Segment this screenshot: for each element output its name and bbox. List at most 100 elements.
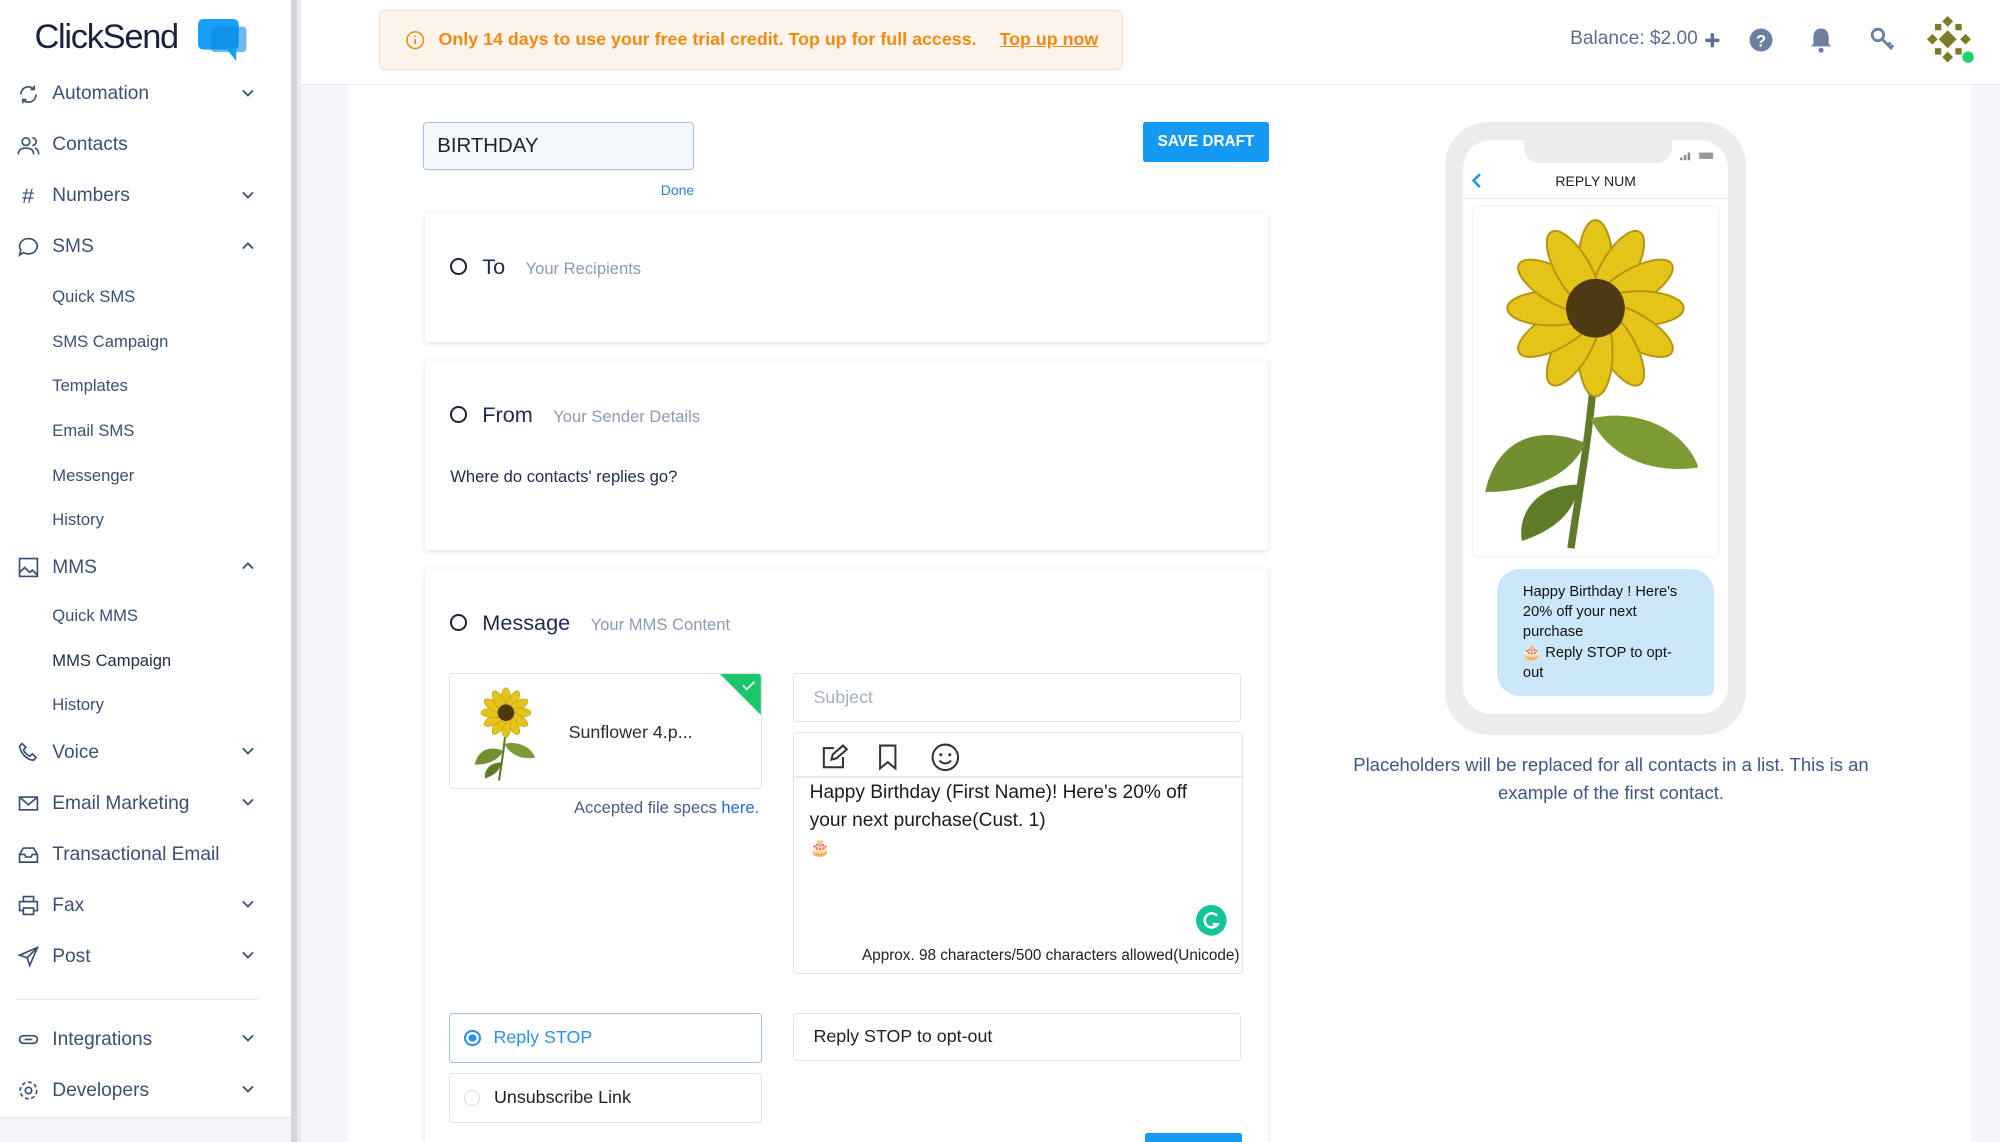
optout-text-input[interactable]: Reply STOP to opt-out [793, 1012, 1242, 1062]
file-name: Sunflower 4.p... [568, 721, 693, 742]
sidebar-scrollbar[interactable] [290, 0, 302, 1142]
file-specs-text: Accepted file specs [573, 798, 722, 818]
sidebar-item-sms[interactable]: SMS [15, 230, 264, 266]
inbox-icon [15, 842, 41, 868]
sidebar-sub-mms-history[interactable]: History [52, 695, 104, 715]
avatar[interactable] [1926, 15, 1977, 66]
preview-image [1473, 207, 1718, 556]
chevron-up-icon [239, 557, 257, 575]
sidebar-sub-email-sms[interactable]: Email SMS [52, 421, 134, 441]
gear-icon [15, 1078, 41, 1104]
sidebar-item-voice[interactable]: Voice [15, 735, 264, 771]
sidebar-item-contacts[interactable]: Contacts [15, 128, 264, 164]
next-button[interactable] [1145, 1132, 1243, 1142]
sunflower-image [1473, 207, 1718, 556]
optout-label: Unsubscribe Link [494, 1087, 631, 1108]
section-title: To [482, 253, 506, 279]
file-specs-link[interactable]: here. [721, 798, 759, 817]
sidebar-label: Contacts [52, 134, 128, 156]
printer-icon [15, 893, 41, 919]
top-up-link[interactable]: Top up now [1000, 29, 1099, 50]
sidebar-label: Post [52, 945, 91, 967]
clicksend-logo[interactable]: ClickSend [34, 17, 180, 57]
sidebar-item-automation[interactable]: Automation [15, 77, 264, 113]
chevron-down-icon [239, 84, 257, 102]
chevron-down-icon [239, 793, 257, 811]
edit-icon[interactable] [820, 743, 848, 771]
save-draft-button[interactable]: SAVE DRAFT [1142, 122, 1270, 162]
to-section[interactable]: To Your Recipients [424, 213, 1268, 342]
attached-file-card[interactable]: Sunflower 4.p... [448, 673, 763, 789]
section-subtitle: Your MMS Content [590, 614, 731, 634]
svg-text:?: ? [1756, 31, 1766, 50]
sidebar-label: Transactional Email [52, 843, 220, 865]
sidebar-sub-quick-sms[interactable]: Quick SMS [52, 287, 135, 307]
optout-option-reply-stop[interactable]: Reply STOP [448, 1012, 763, 1064]
logo-text-send: Send [102, 17, 180, 56]
image-icon [15, 555, 41, 581]
sidebar-label: Numbers [52, 185, 130, 207]
balance-label: Balance: $2.00 [1570, 28, 1698, 50]
sidebar-item-numbers[interactable]: # Numbers [15, 179, 264, 215]
bell-icon[interactable] [1807, 26, 1835, 54]
sidebar-sub-templates[interactable]: Templates [52, 376, 128, 396]
campaign-name-input[interactable]: BIRTHDAY [423, 122, 694, 170]
users-icon [15, 133, 41, 159]
sidebar-sub-sms-history[interactable]: History [52, 510, 104, 530]
trial-banner: Only 14 days to use your free trial cred… [378, 10, 1124, 70]
section-subtitle: Your Recipients [525, 258, 642, 278]
sidebar-footer [0, 1117, 291, 1142]
radio-unselected-icon [463, 1089, 480, 1106]
phone-preview: REPLY NUM Happy Birthday ! Here's 20% of… [1445, 122, 1747, 735]
chevron-down-icon [239, 946, 257, 964]
sidebar-sub-quick-mms[interactable]: Quick MMS [52, 606, 138, 626]
optout-option-unsubscribe-link[interactable]: Unsubscribe Link [448, 1072, 763, 1124]
sidebar-sub-sms-campaign[interactable]: SMS Campaign [52, 332, 168, 352]
sidebar-label: Email Marketing [52, 792, 190, 814]
sidebar-item-post[interactable]: Post [15, 939, 264, 975]
sidebar-item-developers[interactable]: Developers [15, 1073, 264, 1109]
hash-icon: # [22, 183, 35, 209]
optout-label: Reply STOP [493, 1027, 593, 1048]
sidebar: ClickSend Automation Contacts # Numbers S… [0, 0, 291, 1142]
signal-battery-icon [1679, 153, 1713, 161]
info-icon [406, 30, 425, 49]
sidebar-item-fax[interactable]: Fax [15, 888, 264, 924]
cake-emoji: 🎂 [809, 837, 831, 857]
logo-text-click: Click [34, 17, 103, 56]
sidebar-sub-messenger[interactable]: Messenger [52, 466, 134, 486]
message-body-editor[interactable]: Happy Birthday (First Name)! Here's 20% … [793, 732, 1244, 974]
preview-caption: Placeholders will be replaced for all co… [1353, 754, 1869, 804]
plus-icon[interactable] [1704, 32, 1721, 49]
app: ClickSend Automation Contacts # Numbers S… [0, 0, 2000, 1142]
grammarly-icon[interactable] [1196, 905, 1227, 936]
section-title: From [482, 401, 533, 427]
done-link[interactable]: Done [661, 182, 695, 198]
sidebar-item-integrations[interactable]: Integrations [15, 1022, 264, 1058]
sidebar-sub-mms-campaign[interactable]: MMS Campaign [52, 651, 171, 671]
refresh-icon [15, 82, 41, 108]
message-section: Message Your MMS Content Sunflower 4.p...… [424, 568, 1268, 1142]
mail-icon [15, 791, 41, 817]
preview-bubble-text: Happy Birthday ! Here's 20% off your nex… [1522, 583, 1678, 641]
emoji-icon[interactable] [930, 742, 961, 773]
section-subtitle: Your Sender Details [553, 406, 701, 426]
sidebar-item-mms[interactable]: MMS [15, 550, 264, 586]
sidebar-label: MMS [52, 556, 97, 578]
subject-input[interactable]: Subject [793, 673, 1242, 722]
sidebar-label: Fax [52, 894, 85, 916]
sidebar-item-email-marketing[interactable]: Email Marketing [15, 786, 264, 822]
from-section[interactable]: From Your Sender Details Where do contact… [424, 360, 1268, 550]
sunflower-thumbnail [460, 685, 552, 782]
bookmark-icon[interactable] [875, 743, 901, 772]
phone-icon [15, 740, 41, 766]
reply-question: Where do contacts' replies go? [450, 466, 678, 486]
selected-check-icon [720, 674, 762, 716]
sidebar-item-transactional-email[interactable]: Transactional Email [15, 837, 264, 873]
step-radio-icon [450, 614, 467, 631]
main-scroll-gutter [1970, 85, 2000, 1142]
link-icon [15, 1027, 41, 1053]
help-icon[interactable]: ? [1747, 26, 1775, 54]
key-icon[interactable] [1869, 26, 1897, 54]
chevron-down-icon [239, 742, 257, 760]
